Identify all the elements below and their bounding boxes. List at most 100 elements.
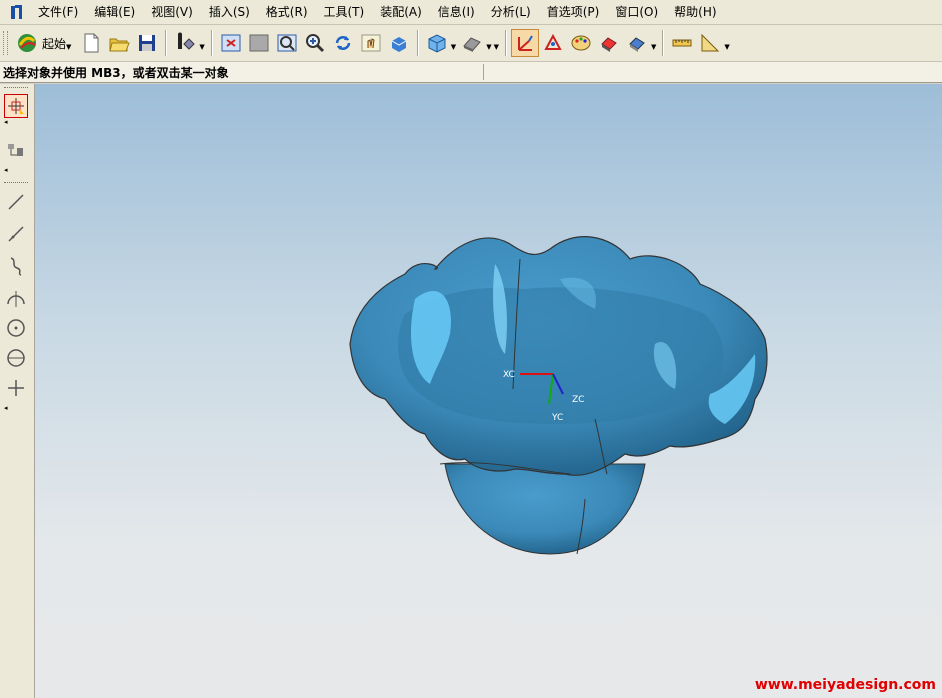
circle-icon [7,349,25,367]
circle-center-tool-button[interactable] [4,316,28,340]
start-button[interactable]: 起始 ▼ [12,29,77,57]
menu-preferences[interactable]: 首选项(P) [539,2,608,22]
menu-edit[interactable]: 编辑(E) [86,2,143,22]
toolbar-grip[interactable] [4,87,28,89]
menu-insert[interactable]: 插入(S) [201,2,258,22]
flower-bowl-model[interactable] [345,224,785,564]
chevron-down-icon[interactable]: ▼ [486,43,491,51]
toolbar-grip[interactable] [3,31,8,55]
render-style-button[interactable] [458,29,486,57]
information-button[interactable] [171,29,199,57]
select-filter-button[interactable] [4,94,28,118]
menu-file[interactable]: 文件(F) [30,2,86,22]
point-icon [8,380,24,396]
arc-tool-button[interactable] [4,286,28,310]
chevron-down-icon: ▼ [66,43,72,51]
menu-assembly[interactable]: 装配(A) [372,2,430,22]
object-display-icon [601,37,617,52]
chevron-left-icon[interactable]: ◂ [4,166,8,174]
line-icon [8,194,24,210]
palette-button[interactable] [567,29,595,57]
cue-text: 选择对象并使用 MB3，或者双击某一对象 [3,65,229,80]
zoom-region-button[interactable] [245,29,273,57]
zoom-region-icon [249,34,269,52]
angle-icon [701,33,720,52]
chevron-down-icon[interactable]: ▼ [494,43,499,51]
zoom-icon [305,34,324,53]
menu-bar: 文件(F) 编辑(E) 视图(V) 插入(S) 格式(R) 工具(T) 装配(A… [0,0,942,25]
measure-distance-button[interactable] [668,29,696,57]
chevron-down-icon[interactable]: ▼ [651,43,656,51]
open-folder-icon [109,38,131,52]
fit-view-icon [221,34,241,52]
save-icon [139,35,156,51]
arc-icon [7,291,25,307]
line-tool-button[interactable] [4,190,28,214]
cue-line: 选择对象并使用 MB3，或者双击某一对象 [0,62,942,83]
spline-tool-button[interactable] [4,254,28,278]
chevron-left-icon[interactable]: ◂ [4,118,8,126]
app-logo-icon [11,5,22,19]
toolbar-grip[interactable] [4,182,28,184]
spline-icon [10,257,22,276]
menu-tools[interactable]: 工具(T) [316,2,373,22]
start-icon [18,34,36,52]
chevron-down-icon[interactable]: ▼ [451,43,456,51]
info-icon [178,32,196,50]
render-style-icon [463,37,482,52]
pan-button[interactable] [357,29,385,57]
palette-icon [571,35,591,51]
menu-information[interactable]: 信息(I) [430,2,483,22]
show-hide-icon [629,37,645,52]
new-file-icon [84,33,99,53]
line-points-icon [8,226,24,242]
measure-angle-button[interactable] [696,29,724,57]
save-button[interactable] [133,29,161,57]
rotate-icon [335,36,351,50]
toolbar-separator [165,30,168,56]
coordinate-system-icon [517,35,533,51]
cue-separator [483,64,484,80]
watermark: www.meiyadesign.com [754,677,936,693]
wcs-dynamics-button[interactable] [539,29,567,57]
wcs-dynamics-icon [544,33,562,50]
point-tool-button[interactable] [4,376,28,400]
circle-tool-button[interactable] [4,346,28,370]
menu-analysis[interactable]: 分析(L) [483,2,539,22]
curve-toolbar: ◂ ◂ ◂ [0,84,35,698]
ruler-icon [672,39,692,47]
zoom-window-button[interactable] [273,29,301,57]
new-file-button[interactable] [77,29,105,57]
menu-window[interactable]: 窗口(O) [607,2,666,22]
zoom-window-icon [277,34,297,52]
line-tool-2-button[interactable] [4,222,28,246]
toolbar-separator [504,30,507,56]
crosshair-select-icon [8,98,24,114]
zoom-button[interactable] [301,29,329,57]
show-hide-button[interactable] [623,29,651,57]
shaded-view-button[interactable] [385,29,413,57]
toolbar-separator [416,30,419,56]
menu-help[interactable]: 帮助(H) [666,2,724,22]
toolbar-separator [662,30,665,56]
graphics-window[interactable]: XC YC ZC www.meiyadesign.com [35,84,942,698]
edit-object-display-button[interactable] [595,29,623,57]
grouped-tools-button[interactable] [4,138,28,162]
pan-icon [361,34,381,52]
cube-icon [428,34,446,53]
menu-format[interactable]: 格式(R) [258,2,316,22]
toolbar-separator [210,30,213,56]
circle-center-icon [7,319,25,337]
wcs-button[interactable] [510,29,539,57]
menu-view[interactable]: 视图(V) [143,2,201,22]
start-label: 起始 [42,36,67,51]
rotate-button[interactable] [329,29,357,57]
fit-view-button[interactable] [217,29,245,57]
chevron-left-icon[interactable]: ◂ [4,404,8,412]
chevron-down-icon[interactable]: ▼ [724,43,729,51]
chevron-down-icon[interactable]: ▼ [199,43,204,51]
orient-view-button[interactable] [423,29,451,57]
shaded-cube-icon [391,37,407,52]
open-file-button[interactable] [105,29,133,57]
tools-group-icon [8,144,23,156]
